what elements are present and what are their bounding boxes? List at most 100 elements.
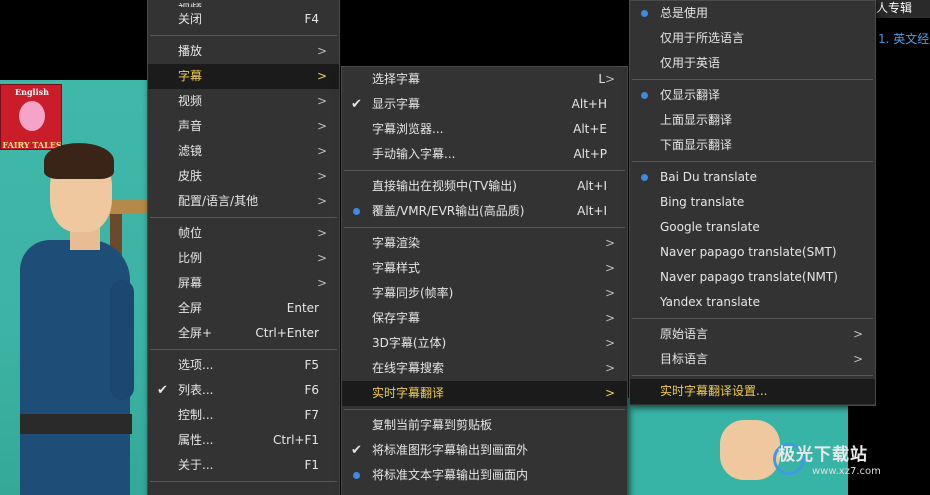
menu-item[interactable]: 关闭 F4: [148, 7, 339, 32]
menu-item[interactable]: 滤镜 >: [148, 139, 339, 164]
menu-item[interactable]: 在线字幕搜索 >: [342, 356, 627, 381]
menu-item[interactable]: 字幕 >: [148, 64, 339, 89]
menu-item-label: 选项...: [178, 358, 214, 372]
menu-item-label: 滤镜: [178, 144, 203, 158]
radio-dot-icon: [353, 208, 360, 215]
menu-item[interactable]: 覆盖/VMR/EVR输出(高品质) Alt+I: [342, 199, 627, 224]
chevron-right-icon: >: [604, 361, 615, 375]
chevron-right-icon: >: [316, 69, 327, 83]
menu-item[interactable]: Bai Du translate: [630, 165, 875, 190]
menu-item-label: 手动输入字幕...: [372, 147, 456, 161]
menu-separator: [632, 318, 873, 319]
menu-item-label: 帧位: [178, 226, 203, 240]
menu-item[interactable]: 声音 >: [148, 114, 339, 139]
radio-dot-icon: [641, 10, 648, 17]
menu-item[interactable]: 选择字幕 L >: [342, 67, 627, 92]
chevron-right-icon: >: [604, 386, 615, 400]
menu-item[interactable]: 播放 >: [148, 39, 339, 64]
chevron-right-icon: >: [316, 144, 327, 158]
check-icon: ✔: [351, 443, 362, 458]
menu-item[interactable]: 皮肤 >: [148, 164, 339, 189]
menu-item-label: 仅用于所选语言: [660, 31, 745, 45]
watermark-text: 极光下载站: [778, 445, 868, 465]
menu-item[interactable]: 视频: [148, 0, 339, 7]
menu-item[interactable]: 原始语言 >: [630, 322, 875, 347]
menu-item[interactable]: Naver papago translate(SMT): [630, 240, 875, 265]
menu-item-label: 视频: [178, 94, 203, 108]
menu-item[interactable]: 选项... F5: [148, 353, 339, 378]
menu-item-shortcut: Alt+I: [577, 204, 607, 218]
menu-item[interactable]: 上面显示翻译: [630, 108, 875, 133]
menu-item-label: 关闭: [178, 12, 203, 26]
menu-item-label: Yandex translate: [660, 295, 760, 309]
menu-item[interactable]: 实时字幕翻译 >: [342, 381, 627, 406]
menu-item[interactable]: Google translate: [630, 215, 875, 240]
menu-item-shortcut: Alt+I: [577, 179, 607, 193]
chevron-right-icon: >: [604, 286, 615, 300]
menu-item[interactable]: 控制... F7: [148, 403, 339, 428]
menu-item[interactable]: 仅显示翻译: [630, 83, 875, 108]
menu-item-label: 比例: [178, 251, 203, 265]
chevron-right-icon: >: [316, 194, 327, 208]
menu-item[interactable]: 屏幕 >: [148, 271, 339, 296]
menu-item[interactable]: 仅用于英语: [630, 51, 875, 76]
menu-item-shortcut: Ctrl+Enter: [255, 326, 319, 340]
menu-item[interactable]: 将标准文本字幕输出到画面内: [342, 463, 627, 488]
menu-item[interactable]: 复制当前字幕到剪贴板: [342, 413, 627, 438]
menu-item[interactable]: Naver papago translate(NMT): [630, 265, 875, 290]
chevron-right-icon: >: [852, 352, 863, 366]
menu-item[interactable]: 全屏+ Ctrl+Enter: [148, 321, 339, 346]
menu-separator: [150, 349, 337, 350]
menu-item-label: 播放: [178, 44, 203, 58]
menu-item-label: Bai Du translate: [660, 170, 758, 184]
chevron-right-icon: >: [604, 336, 615, 350]
menu-separator: [344, 409, 625, 410]
menu-item-label: 复制当前字幕到剪贴板: [372, 418, 493, 432]
menu-item[interactable]: 帧位 >: [148, 221, 339, 246]
menu-item[interactable]: 手动输入字幕... Alt+P: [342, 142, 627, 167]
album-tab[interactable]: 人专辑: [870, 0, 930, 18]
character-arm: [110, 280, 134, 400]
menu-item[interactable]: 关于... F1: [148, 453, 339, 478]
character-belt: [20, 414, 132, 434]
menu-item[interactable]: 字幕样式 >: [342, 256, 627, 281]
subtitle-submenu: 选择字幕 L > ✔ 显示字幕 Alt+H 字幕浏览器... Alt+E 手动输入字幕... Al…: [341, 66, 628, 495]
menu-item[interactable]: 配置/语言/其他 >: [148, 189, 339, 214]
menu-item-shortcut: F4: [304, 12, 319, 26]
menu-item[interactable]: 仅用于所选语言: [630, 26, 875, 51]
menu-item[interactable]: 保存字幕 >: [342, 306, 627, 331]
menu-item[interactable]: 字幕浏览器... Alt+E: [342, 117, 627, 142]
menu-item-label: 仅用于英语: [660, 56, 721, 70]
menu-item-label: 仅显示翻译: [660, 88, 721, 102]
menu-item-shortcut: Alt+P: [573, 147, 607, 161]
menu-item[interactable]: 全屏 Enter: [148, 296, 339, 321]
menu-item[interactable]: 字幕渲染 >: [342, 231, 627, 256]
menu-item[interactable]: 总是使用: [630, 1, 875, 26]
menu-item[interactable]: 直接输出在视频中(TV输出) Alt+I: [342, 174, 627, 199]
playlist-item[interactable]: 1. 英文经: [870, 30, 930, 48]
menu-item[interactable]: 实时字幕翻译设置...: [630, 379, 875, 404]
menu-item[interactable]: ✔ 显示字幕 Alt+H: [342, 92, 627, 117]
menu-item-shortcut: Alt+H: [571, 97, 607, 111]
menu-item-label: 全屏: [178, 301, 203, 315]
menu-item[interactable]: 3D字幕(立体) >: [342, 331, 627, 356]
menu-item[interactable]: ✔ 将标准图形字幕输出到画面外: [342, 438, 627, 463]
radio-dot-icon: [641, 92, 648, 99]
menu-item-label: 显示字幕: [372, 97, 421, 111]
character-hand: [720, 420, 780, 480]
menu-item[interactable]: Bing translate: [630, 190, 875, 215]
realtime-translate-submenu: 总是使用仅用于所选语言 仅用于英语仅显示翻译上面显示翻译 下面显示翻译 Bai Du …: [629, 0, 876, 406]
menu-item-label: 实时字幕翻译: [372, 386, 445, 400]
menu-item[interactable]: ✔ 列表... F6: [148, 378, 339, 403]
menu-item[interactable]: 目标语言 >: [630, 347, 875, 372]
menu-item[interactable]: Yandex translate: [630, 290, 875, 315]
poster-top-text: English: [15, 87, 49, 97]
menu-item[interactable]: 视频 >: [148, 89, 339, 114]
menu-item[interactable]: 属性... Ctrl+F1: [148, 428, 339, 453]
menu-item-label: 属性...: [178, 433, 214, 447]
chevron-right-icon: >: [604, 311, 615, 325]
menu-item[interactable]: 比例 >: [148, 246, 339, 271]
menu-item[interactable]: 下面显示翻译: [630, 133, 875, 158]
chevron-right-icon: >: [316, 251, 327, 265]
menu-item[interactable]: 字幕同步(帧率) >: [342, 281, 627, 306]
